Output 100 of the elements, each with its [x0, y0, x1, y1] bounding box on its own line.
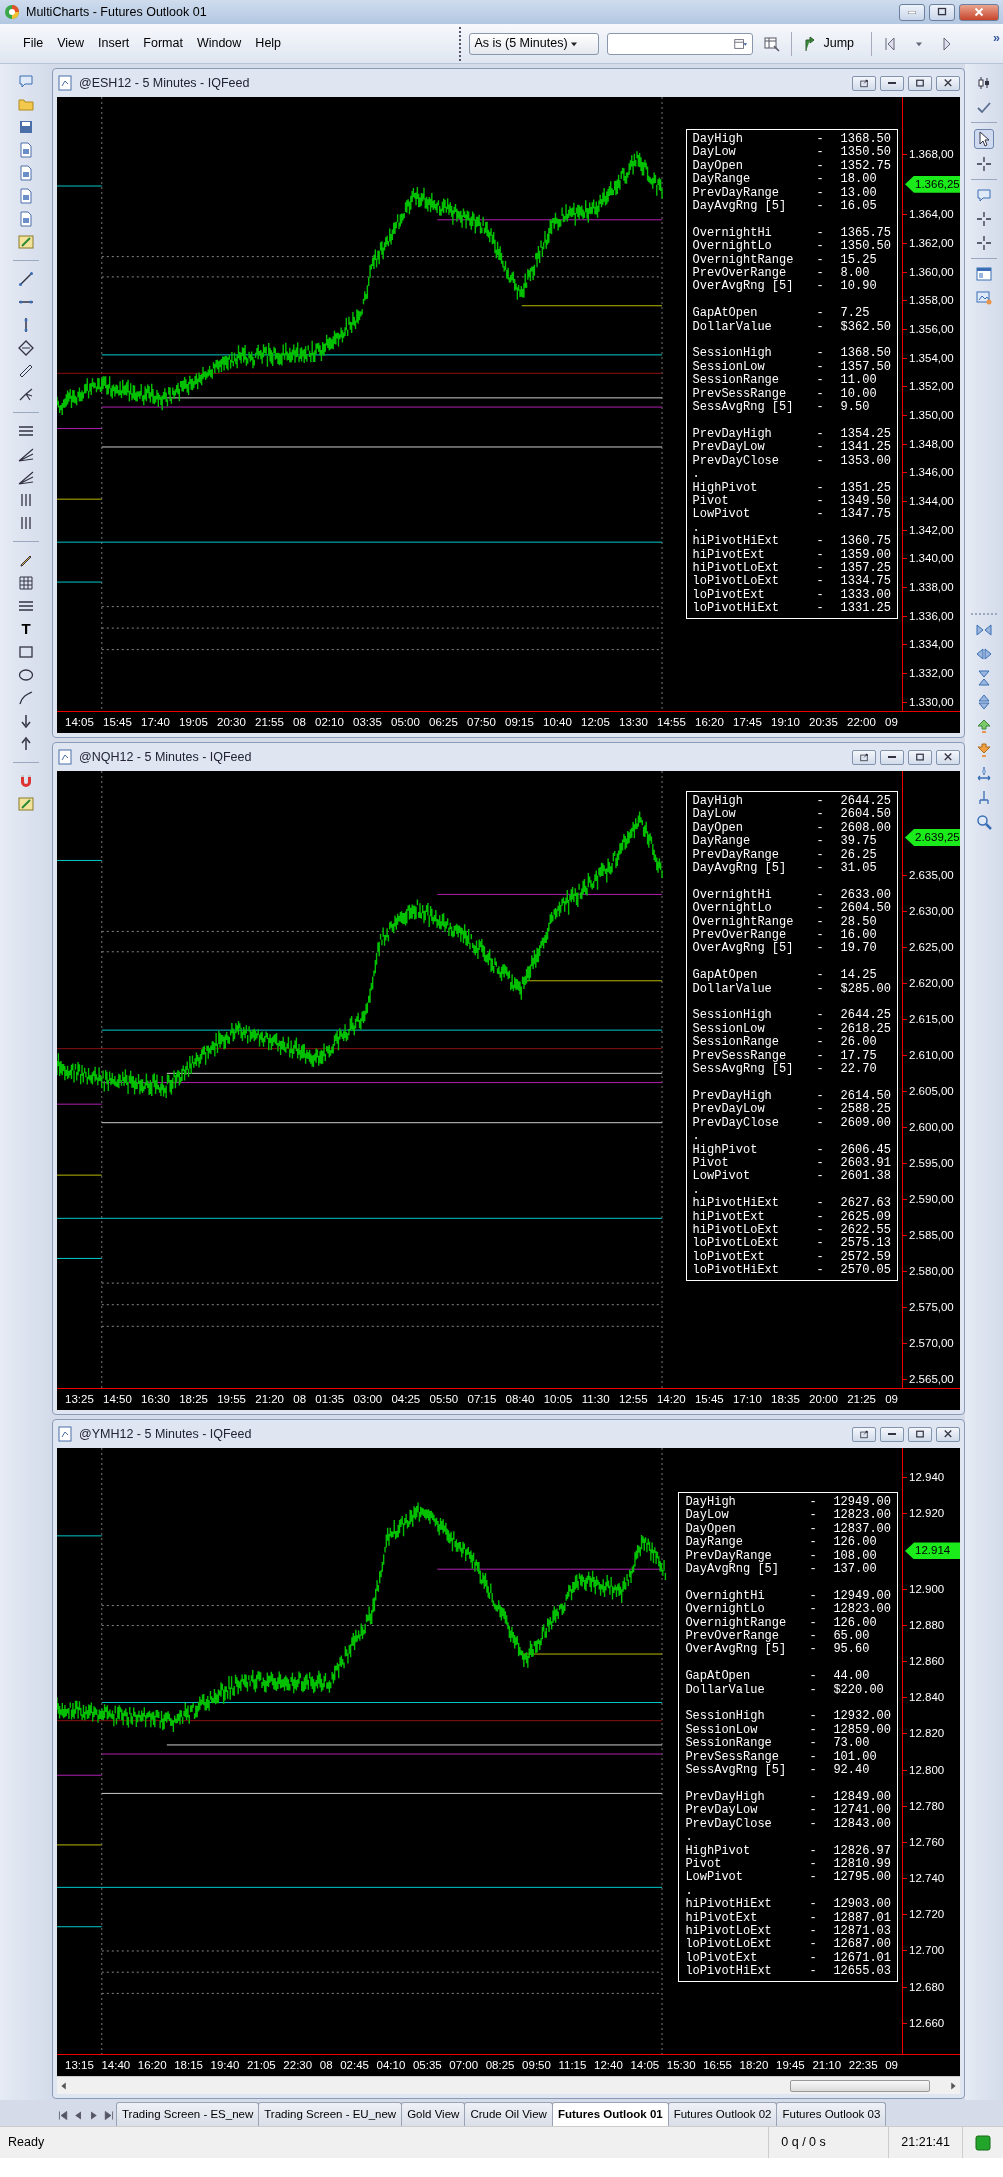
- maximize-button[interactable]: [908, 1426, 932, 1442]
- up-arrow-tool[interactable]: [975, 717, 993, 735]
- maximize-button[interactable]: [908, 75, 932, 91]
- price-label: 12.720: [909, 1908, 945, 1921]
- dash-text: -: [816, 1210, 825, 1224]
- sheet-tab[interactable]: Futures Outlook 02: [667, 2101, 778, 2126]
- menu-item[interactable]: Format: [136, 34, 190, 53]
- ruler-tool[interactable]: [17, 362, 35, 380]
- detach-button[interactable]: [852, 749, 876, 765]
- ellipse-tool[interactable]: [17, 666, 35, 684]
- chart-pencil-tool[interactable]: [17, 795, 35, 813]
- sheet-tab[interactable]: Trading Screen - EU_new: [258, 2101, 403, 2126]
- close-button[interactable]: [936, 75, 960, 91]
- menu-item[interactable]: Window: [189, 34, 249, 53]
- parallel-lines-icon: [18, 598, 34, 614]
- close-button[interactable]: [936, 1426, 960, 1442]
- jump-button[interactable]: Jump: [800, 31, 858, 56]
- maximize-button[interactable]: [908, 749, 932, 765]
- line-tool[interactable]: [17, 270, 35, 288]
- date-field[interactable]: [607, 32, 754, 55]
- vertical-expand-tool[interactable]: [975, 693, 993, 711]
- price-label: 2.605,00: [909, 1085, 954, 1097]
- dash-text: -: [816, 1170, 825, 1184]
- dash-text: -: [816, 200, 825, 214]
- document-tool[interactable]: [17, 210, 35, 228]
- stat-value: 1357.50: [840, 360, 891, 374]
- dash-text: -: [809, 1951, 818, 1966]
- vertical-collapse-tool[interactable]: [975, 669, 993, 687]
- resolution-dropdown[interactable]: As is (5 Minutes): [469, 32, 600, 55]
- collapse-tool[interactable]: [975, 621, 993, 639]
- window-tool[interactable]: [975, 265, 993, 283]
- grid-tool[interactable]: [17, 574, 35, 592]
- expand-tool[interactable]: [975, 645, 993, 663]
- stat-label: hiPivotHiExt: [685, 1898, 773, 1912]
- vertical-collapse-icon: [976, 670, 992, 686]
- zoom-tool[interactable]: [975, 813, 993, 831]
- time-label: 15:45: [694, 1391, 724, 1407]
- toolbar-overflow-button[interactable]: »: [990, 26, 1003, 51]
- price-label: 1.356,00: [909, 323, 954, 336]
- scale-tool[interactable]: [975, 765, 993, 783]
- save-tool[interactable]: [17, 118, 35, 136]
- stat-label: loPivotHiExt: [692, 602, 780, 616]
- menu-item[interactable]: Help: [248, 34, 289, 53]
- menu-item[interactable]: View: [50, 34, 92, 53]
- stat-value: 1354.25: [840, 427, 891, 441]
- stat-label: HighPivot: [692, 1143, 759, 1157]
- stat-label: OvernightRange: [692, 915, 795, 929]
- close-button[interactable]: [936, 749, 960, 765]
- stat-value: 1347.75: [840, 508, 891, 522]
- document-tool[interactable]: [17, 164, 35, 182]
- menu-item[interactable]: File: [16, 34, 51, 53]
- stat-label: SessionHigh: [692, 347, 773, 361]
- comment-tool[interactable]: [975, 186, 993, 204]
- stat-value: 2627.63: [840, 1197, 891, 1211]
- stat-label: DayLow: [692, 146, 737, 160]
- detach-button[interactable]: [852, 1426, 876, 1442]
- diamond-tool[interactable]: [17, 339, 35, 357]
- stat-value: 16.05: [840, 200, 878, 214]
- stat-label: GapAtOpen: [692, 969, 759, 983]
- stat-value: 10.00: [840, 387, 878, 401]
- comment-tool[interactable]: [17, 72, 35, 90]
- sheet-tab[interactable]: Futures Outlook 01: [551, 2101, 669, 2126]
- picture-frame-tool[interactable]: [975, 289, 993, 307]
- detach-button[interactable]: [852, 75, 876, 91]
- comment-icon: [976, 187, 992, 203]
- crosshair-tool[interactable]: [975, 234, 993, 252]
- document-tool[interactable]: [17, 141, 35, 159]
- minimize-button[interactable]: [880, 749, 904, 765]
- status-text: Ready: [7, 2134, 45, 2152]
- crosshair-tool[interactable]: [975, 155, 993, 173]
- minimize-button[interactable]: [880, 1426, 904, 1442]
- stat-value: 16.00: [840, 929, 878, 943]
- price-label: 12.820: [909, 1727, 945, 1740]
- sheet-tab[interactable]: Gold View: [401, 2101, 466, 2126]
- arc-tool[interactable]: [17, 689, 35, 707]
- minimize-icon: [888, 82, 896, 84]
- sheet-tab[interactable]: Crude Oil View: [464, 2101, 553, 2126]
- horizontal-scrollbar[interactable]: [57, 2076, 960, 2094]
- maximize-button[interactable]: [929, 3, 955, 21]
- sheet-tab[interactable]: Trading Screen - ES_new: [116, 2101, 260, 2126]
- minimize-button[interactable]: [880, 75, 904, 91]
- rectangle-tool[interactable]: [17, 643, 35, 661]
- document-tool[interactable]: [17, 187, 35, 205]
- cursor-tool[interactable]: [974, 129, 994, 149]
- vertical-bars-icon: [18, 515, 34, 531]
- dash-text: -: [809, 1898, 818, 1912]
- sheet-tab[interactable]: Futures Outlook 03: [776, 2101, 887, 2126]
- dash-text: -: [816, 808, 825, 822]
- stat-value: 2572.59: [840, 1250, 891, 1264]
- time-label: 12:40: [594, 2057, 623, 2073]
- dash-text: -: [809, 1737, 818, 1751]
- stat-value: 44.00: [833, 1670, 871, 1684]
- comment-icon: [18, 73, 34, 89]
- text-tool[interactable]: T: [17, 620, 35, 638]
- dash-text: -: [809, 1683, 818, 1698]
- chart-pencil-tool[interactable]: [17, 233, 35, 251]
- menu-item[interactable]: Insert: [91, 34, 137, 53]
- crosshair-tool[interactable]: [975, 210, 993, 228]
- price-label: 12.660: [909, 2016, 945, 2029]
- down-arrow-tool[interactable]: [975, 741, 993, 759]
